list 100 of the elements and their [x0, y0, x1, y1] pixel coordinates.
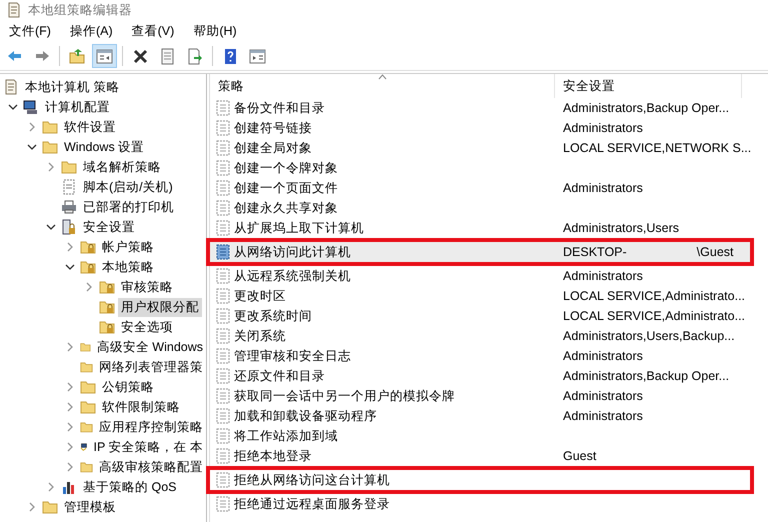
security-setting: Administrators	[563, 269, 643, 283]
tree-pane-button[interactable]	[92, 44, 117, 68]
policy-row[interactable]: 从远程系统强制关机 Administrators	[210, 266, 768, 286]
policy-row[interactable]: 从网络访问此计算机 DESKTOP- \Guest	[210, 242, 750, 262]
menu-item[interactable]: 查看(V)	[124, 22, 182, 40]
expand-chevron-icon[interactable]	[84, 282, 94, 292]
policy-icon	[215, 200, 231, 216]
policy-row[interactable]: 拒绝通过远程桌面服务登录	[210, 494, 768, 514]
policy-name: 备份文件和目录	[234, 100, 325, 116]
tree-item[interactable]: 基于策略的 QoS	[80, 478, 180, 496]
policy-icon	[215, 140, 231, 156]
tree-item[interactable]: 软件限制策略	[99, 398, 183, 416]
policy-row[interactable]: 还原文件和目录 Administrators,Backup Oper...	[210, 366, 768, 386]
tree-item[interactable]: 安全选项	[118, 318, 176, 336]
policy-icon	[215, 160, 231, 176]
policy-row[interactable]: 创建符号链接 Administrators	[210, 118, 768, 138]
folder-up-icon	[69, 48, 86, 64]
expand-chevron-icon[interactable]	[65, 342, 75, 352]
menu-item[interactable]: 文件(F)	[2, 22, 59, 40]
policy-row[interactable]: 创建一个令牌对象	[210, 158, 768, 178]
policy-icon	[215, 100, 231, 116]
printer-icon	[61, 199, 77, 215]
policy-icon	[215, 448, 231, 464]
tree-item[interactable]: 计算机配置	[42, 98, 113, 116]
policy-name: 拒绝本地登录	[234, 448, 312, 464]
expand-chevron-icon[interactable]	[46, 482, 56, 492]
policy-name: 创建全局对象	[234, 140, 312, 156]
policy-name: 更改时区	[234, 288, 286, 304]
policy-row[interactable]: 创建一个页面文件 Administrators	[210, 178, 768, 198]
tree-item[interactable]: 本地策略	[99, 258, 157, 276]
policy-row[interactable]: 关闭系统 Administrators,Users,Backup...	[210, 326, 768, 346]
tree-item[interactable]: 用户权限分配	[118, 298, 202, 316]
tree-item[interactable]: 脚本(启动/关机)	[80, 178, 176, 196]
policy-name: 从远程系统强制关机	[234, 268, 351, 284]
policy-name: 创建一个页面文件	[234, 180, 338, 196]
expand-chevron-icon[interactable]	[65, 422, 75, 432]
expand-chevron-icon[interactable]	[65, 242, 75, 252]
policy-row[interactable]: 更改系统时间 LOCAL SERVICE,Administrato...	[210, 306, 768, 326]
policy-row[interactable]: 获取同一会话中另一个用户的模拟令牌 Administrators	[210, 386, 768, 406]
policy-name: 创建一个令牌对象	[234, 160, 338, 176]
help-icon	[222, 48, 239, 64]
policy-row[interactable]: 更改时区 LOCAL SERVICE,Administrato...	[210, 286, 768, 306]
policy-name: 还原文件和目录	[234, 368, 325, 384]
tree-item[interactable]: Windows 设置	[61, 138, 148, 156]
tree-item[interactable]: 管理模板	[61, 498, 119, 516]
policy-row[interactable]: 拒绝从网络访问这台计算机	[210, 470, 750, 490]
collapse-chevron-icon[interactable]	[65, 262, 75, 272]
policy-row[interactable]: 拒绝本地登录 Guest	[210, 446, 768, 466]
policy-row[interactable]: 备份文件和目录 Administrators,Backup Oper...	[210, 98, 768, 118]
folder-icon	[80, 379, 96, 395]
tree-item[interactable]: 帐户策略	[99, 238, 157, 256]
security-setting: Administrators	[563, 349, 643, 363]
policy-row[interactable]: 从扩展坞上取下计算机 Administrators,Users	[210, 218, 768, 238]
policy-row[interactable]: 加载和卸载设备驱动程序 Administrators	[210, 406, 768, 426]
policy-icon	[215, 472, 231, 488]
collapse-chevron-icon[interactable]	[46, 222, 56, 232]
tree-item[interactable]: IP 安全策略，在 本	[90, 438, 206, 456]
policy-row[interactable]: 管理审核和安全日志 Administrators	[210, 346, 768, 366]
menu-item[interactable]: 帮助(H)	[186, 22, 245, 40]
collapse-chevron-icon[interactable]	[8, 102, 18, 112]
tree-item[interactable]: 高级安全 Windows	[94, 338, 206, 356]
security-setting: \Guest	[696, 245, 734, 259]
tree-item[interactable]: 网络列表管理器策	[96, 358, 206, 376]
expand-chevron-icon[interactable]	[46, 162, 56, 172]
expand-chevron-icon[interactable]	[65, 402, 75, 412]
policy-icon	[215, 288, 231, 304]
expand-chevron-icon[interactable]	[65, 382, 75, 392]
policy-row[interactable]: 将工作站添加到域	[210, 426, 768, 446]
expand-chevron-icon[interactable]	[65, 462, 75, 472]
security-setting: Administrators,Backup Oper...	[563, 101, 730, 115]
expand-chevron-icon[interactable]	[27, 122, 37, 132]
folder-icon	[80, 399, 96, 415]
policy-icon	[215, 388, 231, 404]
tree-item[interactable]: 审核策略	[118, 278, 176, 296]
tree-item[interactable]: 软件设置	[61, 118, 119, 136]
tree-item[interactable]: 已部署的打印机	[80, 198, 177, 216]
tree-item[interactable]: 应用程序控制策略	[96, 418, 206, 436]
policy-name: 创建符号链接	[234, 120, 312, 136]
policy-icon	[215, 244, 231, 260]
properties-icon	[159, 48, 176, 64]
security-setting: DESKTOP-	[563, 245, 627, 259]
tree-item[interactable]: 高级审核策略配置	[96, 458, 206, 476]
tree-item[interactable]: 公钥策略	[99, 378, 157, 396]
policy-icon	[215, 348, 231, 364]
expand-chevron-icon[interactable]	[65, 442, 75, 452]
policy-name: 加载和卸载设备驱动程序	[234, 408, 377, 424]
policy-row[interactable]: 创建永久共享对象	[210, 198, 768, 218]
policy-name: 管理审核和安全日志	[234, 348, 351, 364]
tree-item[interactable]: 本地计算机 策略	[22, 78, 122, 96]
security-setting: Administrators	[563, 181, 643, 195]
policy-row[interactable]: 创建全局对象 LOCAL SERVICE,NETWORK S...	[210, 138, 768, 158]
expand-chevron-icon[interactable]	[27, 502, 37, 512]
menu-item[interactable]: 操作(A)	[62, 22, 121, 40]
policy-icon	[215, 268, 231, 284]
column-header[interactable]: 安全设置	[555, 74, 742, 98]
collapse-chevron-icon[interactable]	[27, 142, 37, 152]
tree-item[interactable]: 安全设置	[80, 218, 138, 236]
column-header[interactable]: 策略	[210, 74, 555, 98]
locked-folder-icon	[99, 299, 115, 315]
tree-item[interactable]: 域名解析策略	[80, 158, 164, 176]
